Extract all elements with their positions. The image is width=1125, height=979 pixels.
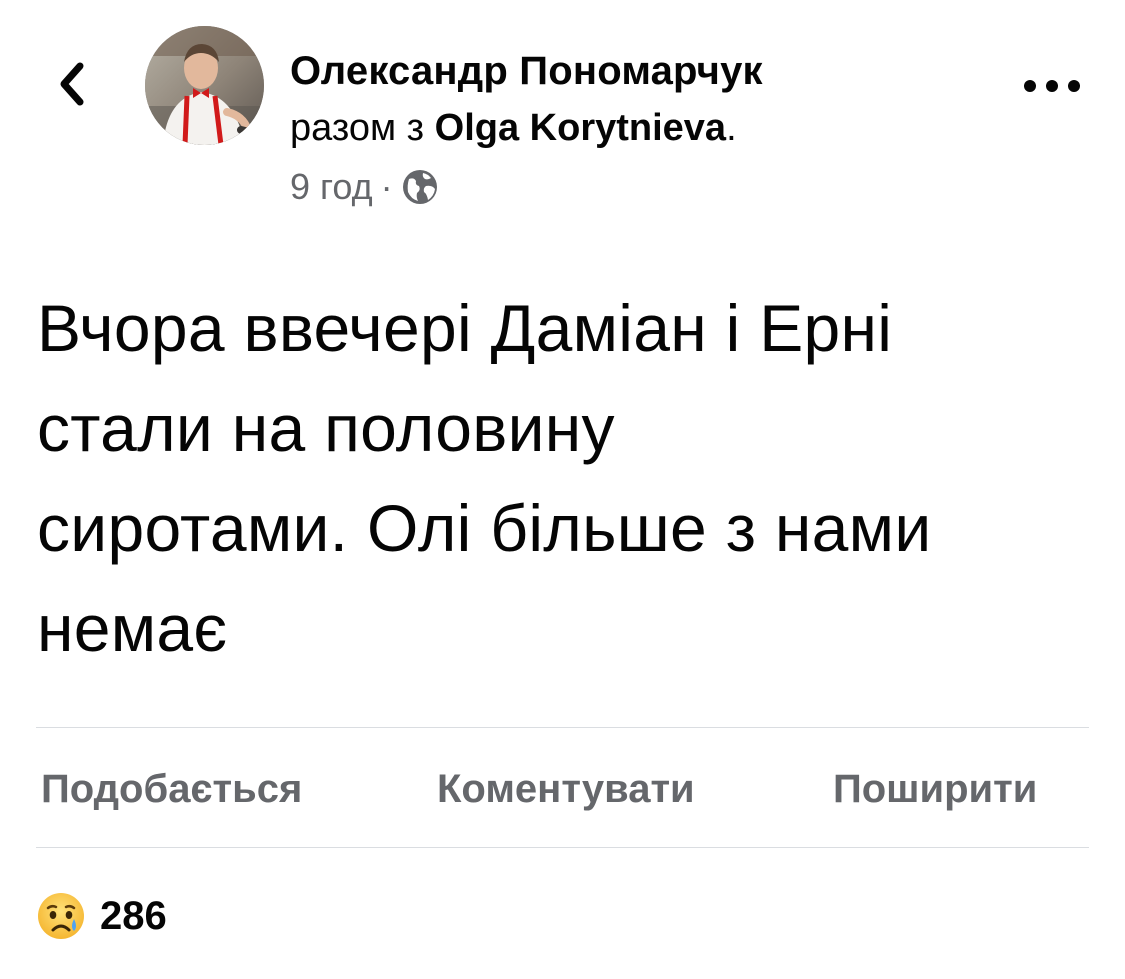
more-dot (1046, 80, 1058, 92)
reactions-summary[interactable]: 286 (36, 888, 167, 944)
post-text-line: немає (37, 591, 228, 665)
back-button[interactable] (48, 56, 94, 112)
post-meta: 9 год · (290, 162, 763, 212)
more-options-button[interactable] (1024, 68, 1080, 104)
post-time[interactable]: 9 год (290, 162, 373, 212)
author-name[interactable]: Олександр Пономарчук (290, 42, 763, 100)
avatar-photo (145, 26, 264, 145)
more-dot (1024, 80, 1036, 92)
divider-bottom (36, 847, 1089, 848)
with-line: разом з Olga Korytnieva. (290, 100, 763, 156)
post-text: Вчора ввечері Даміан і Ерні стали на пол… (37, 278, 1097, 678)
like-button[interactable]: Подобається (41, 764, 302, 814)
globe-icon[interactable] (401, 168, 439, 206)
chevron-left-icon (60, 62, 84, 106)
reaction-count: 286 (100, 893, 167, 938)
post-text-line: стали на половину (37, 391, 615, 465)
comment-button[interactable]: Коментувати (437, 764, 695, 814)
more-dot (1068, 80, 1080, 92)
share-button[interactable]: Поширити (833, 764, 1037, 814)
tagged-suffix: . (726, 107, 737, 149)
with-prefix: разом з (290, 107, 425, 149)
sad-reaction-icon (38, 893, 84, 939)
meta-separator: · (380, 166, 393, 207)
author-avatar[interactable] (145, 26, 264, 145)
post-text-line: сиротами. Олі більше з нами (37, 491, 932, 565)
tagged-user-link[interactable]: Olga Korytnieva (435, 107, 726, 149)
action-bar: Подобається Коментувати Поширити (36, 728, 1089, 846)
post-text-line: Вчора ввечері Даміан і Ерні (37, 291, 893, 365)
